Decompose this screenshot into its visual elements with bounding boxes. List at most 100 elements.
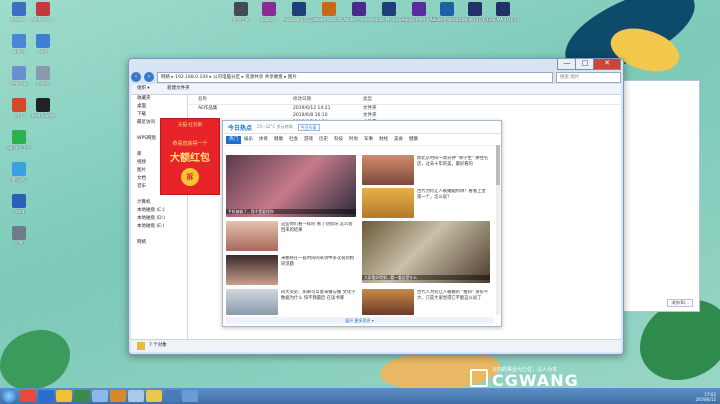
tab-hot[interactable]: 热门 — [226, 135, 241, 144]
address-bar[interactable]: 网络 ▸ 192.168.0.104 ▸ 公司电脑分区 ▸ 资源共享 共享硬盘 … — [157, 71, 553, 83]
desktop-icon[interactable]: Word — [2, 194, 36, 214]
file-name: AE作品集 — [198, 106, 218, 111]
nav-item[interactable]: 桌面 — [131, 103, 187, 111]
start-button[interactable] — [2, 389, 16, 403]
close-button[interactable]: ✕ — [593, 59, 621, 70]
more-news-button[interactable]: 展开 更多资讯 ▾ — [226, 317, 493, 324]
maximize-button[interactable]: □ — [575, 59, 595, 70]
news-image[interactable] — [362, 221, 490, 283]
premiere-icon — [352, 2, 366, 16]
taskbar-app-icon[interactable] — [38, 390, 54, 402]
file-type: 文件夹 — [363, 106, 377, 111]
desktop-icon-label: Adobe... — [260, 17, 278, 22]
news-headline[interactable]: 古代人为何让人被婚的 "拍四" 身份不大，只是大家觉得它不能这么说了 — [417, 290, 489, 314]
news-image[interactable] — [226, 155, 356, 217]
desktop-icon[interactable]: FontRooms — [26, 98, 60, 118]
news-headline[interactable]: 这些你们看一样的 看了别惊讶 怎么会回来的结果 — [281, 222, 356, 248]
desktop-icon[interactable]: Adobe Premie... — [342, 2, 376, 22]
taskbar-app-icon[interactable] — [74, 390, 90, 402]
nav-item[interactable]: 计算机 — [131, 199, 187, 207]
taskbar-app-icon[interactable] — [146, 390, 162, 402]
background-dialog[interactable]: 浏览(B)... — [618, 80, 700, 312]
news-image[interactable] — [362, 289, 414, 315]
organize-button[interactable]: 组织 ▾ — [137, 86, 150, 91]
illustrator-icon — [322, 2, 336, 16]
recycle-bin-icon — [36, 66, 50, 80]
search-input[interactable]: 搜索 图片 — [556, 71, 621, 83]
open-envelope-button[interactable]: 拆 — [181, 168, 199, 186]
news-tab[interactable]: 游戏 — [301, 136, 316, 144]
taskbar-app-icon[interactable] — [92, 390, 108, 402]
cgwang-logo-icon — [470, 369, 488, 387]
minimize-button[interactable]: — — [557, 59, 577, 70]
news-image[interactable] — [362, 155, 414, 185]
news-tab[interactable]: 历史 — [316, 136, 331, 144]
desktop-icon[interactable]: Adobe Illustra... — [312, 2, 346, 22]
nav-item[interactable]: 本地磁盘 (D:) — [131, 215, 187, 223]
news-image[interactable] — [362, 188, 414, 218]
news-headline[interactable]: 古代为何让人被婚姻所绑？看看上皇第一个，怎么说？ — [417, 189, 489, 217]
desktop-icon[interactable]: CINEMA 4D R19 — [486, 2, 520, 22]
system-clock[interactable]: 17:02 2019/6/12 — [695, 392, 716, 402]
news-tab[interactable]: 娱乐 — [241, 136, 256, 144]
news-tab[interactable]: 财经 — [376, 136, 391, 144]
taskbar-app-icon[interactable] — [164, 390, 180, 402]
scroll-thumb[interactable] — [496, 145, 500, 185]
weather-text: 25~32°C 多云转晴 — [257, 124, 293, 129]
desktop-icon[interactable]: Adobe... — [252, 2, 286, 22]
taskbar-app-icon[interactable] — [110, 390, 126, 402]
taskbar-app-icon[interactable] — [128, 390, 144, 402]
news-tab[interactable]: 科技 — [331, 136, 346, 144]
news-header: 今日热点 25~32°C 多云转晴 今日头条 — [223, 121, 501, 134]
ad-line2: 大额红包 — [170, 153, 210, 164]
taskbar-app-icon[interactable] — [20, 390, 36, 402]
news-tab[interactable]: 军事 — [361, 136, 376, 144]
news-scrollbar[interactable] — [496, 145, 500, 315]
news-tab[interactable]: 美食 — [391, 136, 406, 144]
column-name[interactable]: 名称 — [188, 95, 293, 104]
desktop-icon[interactable]: Photoshop CC 2019 — [282, 2, 316, 22]
news-image[interactable] — [226, 255, 278, 285]
back-button[interactable]: ‹ — [131, 72, 141, 82]
settings-icon — [12, 226, 26, 240]
desktop-icon[interactable]: 360安全卫士 — [2, 130, 36, 150]
news-headline[interactable]: 米娜将在一段时间的采访中多次说到相同话题 — [281, 256, 356, 282]
desktop-icon-label: CINEMA 4D R19 — [487, 17, 519, 22]
new-folder-button[interactable]: 新建文件夹 — [167, 86, 190, 91]
desktop-icon-label: Adobe Illustra... — [313, 17, 345, 22]
red-envelope-ad[interactable]: 天猫·红包雨 恭喜您获得一个 大额红包 拆 — [160, 118, 220, 195]
news-tab[interactable]: 健康 — [271, 136, 286, 144]
photoshop-icon — [440, 2, 454, 16]
folder-icon — [137, 342, 145, 350]
toutiao-button[interactable]: 今日头条 — [297, 123, 320, 131]
news-popup[interactable]: 今日热点 25~32°C 多云转晴 今日头条 热门 娱乐 体育 健康 社会 游戏… — [222, 120, 502, 327]
news-image[interactable] — [226, 221, 278, 251]
desktop-icon[interactable]: 腾讯QQ — [2, 162, 36, 182]
nav-item[interactable]: 本地磁盘 (E:) — [131, 223, 187, 231]
desktop-icon[interactable]: 网络 — [26, 34, 60, 54]
title-bar[interactable]: — □ ✕ — [129, 59, 623, 71]
file-row[interactable]: AE作品集 2019/6/12 14:21 文件夹 — [188, 105, 621, 112]
news-image[interactable] — [226, 289, 278, 315]
column-type[interactable]: 类型 — [363, 95, 413, 104]
desktop-icon[interactable]: 设置 — [2, 226, 36, 246]
file-row[interactable]: 2019/6/8 16:10 文件夹 — [188, 112, 621, 119]
nav-item[interactable]: 收藏夹 — [131, 95, 187, 103]
news-tab[interactable]: 社会 — [286, 136, 301, 144]
news-headline[interactable]: 原北京时间一周分钟 "称学生" 拼住名店，过去十年的美，最好看的 — [417, 156, 489, 184]
news-headline[interactable]: 四大资史、如果可以意来做与做 文化学数据为什么 快不我最后 在读书哪 — [281, 290, 356, 314]
file-date: 2019/6/12 14:21 — [293, 106, 331, 111]
nav-item[interactable]: 本地磁盘 (C:) — [131, 207, 187, 215]
forward-button[interactable]: › — [144, 72, 154, 82]
desktop-icon[interactable]: Adobe Media Enc... — [372, 2, 406, 22]
news-tab[interactable]: 体育 — [256, 136, 271, 144]
news-tab[interactable]: 健康 — [406, 136, 421, 144]
desktop-icon[interactable]: Adobe Acr... — [26, 2, 60, 22]
column-date[interactable]: 修改日期 — [293, 95, 363, 104]
taskbar-app-icon[interactable] — [182, 390, 198, 402]
browse-button[interactable]: 浏览(B)... — [667, 299, 693, 307]
news-tab[interactable]: 时尚 — [346, 136, 361, 144]
nav-item[interactable]: 网络 — [131, 239, 187, 247]
taskbar-app-icon[interactable] — [56, 390, 72, 402]
desktop-icon[interactable]: 回收站 — [26, 66, 60, 86]
